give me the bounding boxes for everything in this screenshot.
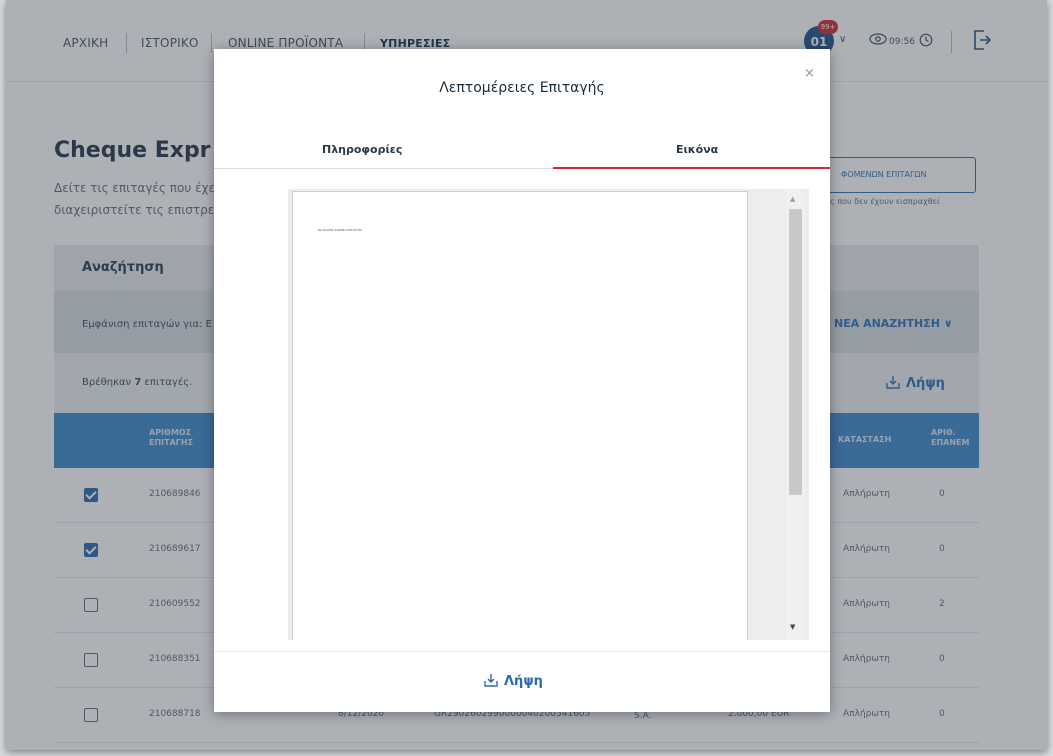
- modal-download-button[interactable]: Λήψη: [484, 673, 543, 689]
- close-icon[interactable]: ×: [804, 66, 815, 81]
- active-tab-indicator: [553, 167, 830, 169]
- viewer-scrollbar[interactable]: ▲ ▼: [786, 189, 805, 640]
- modal-download-label: Λήψη: [504, 674, 543, 689]
- modal-tabs: Πληροφορίες Εικόνα: [214, 129, 830, 169]
- tab-image[interactable]: Εικόνα: [676, 143, 718, 156]
- cheque-details-modal: Λεπτομέρειες Επιταγής × Πληροφορίες Εικό…: [214, 49, 830, 712]
- scroll-up-arrow-icon[interactable]: ▲: [790, 195, 795, 203]
- document-viewer[interactable]: ΔΑ ΕΙΑΙΠΙΑ ΕΙΚΟΝΑ ΕΠΙΤΑΓΗΣ ▲ ▼: [288, 189, 809, 640]
- scroll-thumb[interactable]: [789, 209, 802, 495]
- modal-title: Λεπτομέρειες Επιταγής: [439, 80, 605, 96]
- download-icon: [484, 674, 498, 687]
- browser-window: ΑΡΧΙΚΗ ΙΣΤΟΡΙΚΟ ONLINE ΠΡΟΪΟΝΤΑ ΥΠΗΡΕΣΙΕ…: [6, 0, 1047, 750]
- page: ΑΡΧΙΚΗ ΙΣΤΟΡΙΚΟ ONLINE ΠΡΟΪΟΝΤΑ ΥΠΗΡΕΣΙΕ…: [6, 0, 1047, 750]
- document-page: ΔΑ ΕΙΑΙΠΙΑ ΕΙΚΟΝΑ ΕΠΙΤΑΓΗΣ: [292, 191, 748, 640]
- scroll-down-arrow-icon[interactable]: ▼: [790, 623, 795, 631]
- tab-info[interactable]: Πληροφορίες: [322, 143, 402, 156]
- modal-footer: Λήψη: [214, 651, 830, 712]
- document-text: ΔΑ ΕΙΑΙΠΙΑ ΕΙΚΟΝΑ ΕΠΙΤΑΓΗΣ: [318, 228, 363, 232]
